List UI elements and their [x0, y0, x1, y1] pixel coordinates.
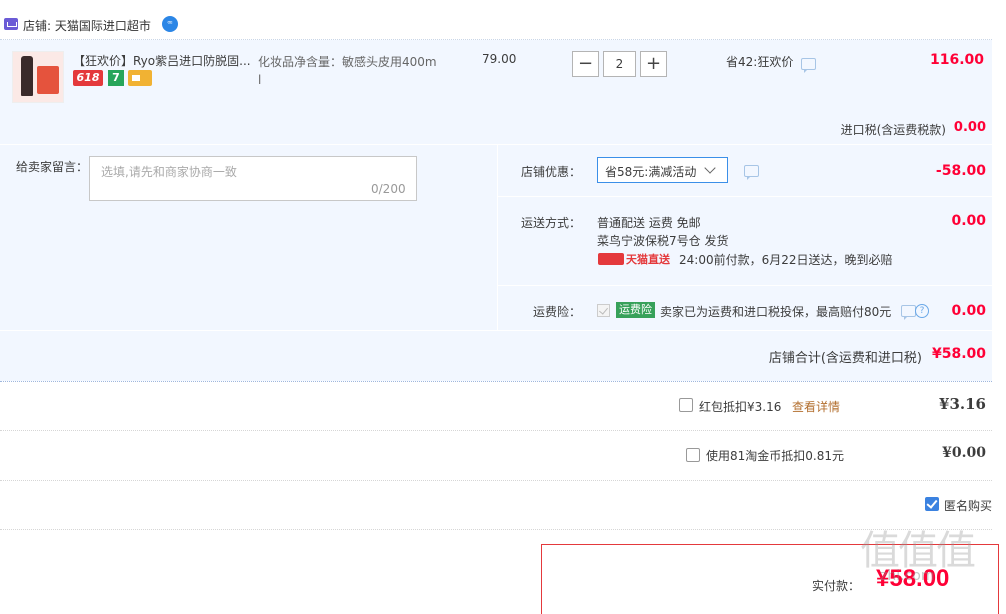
help-icon[interactable]: ? [915, 304, 929, 318]
tao-coin-label: 使用81淘金币抵扣0.81元 [706, 449, 844, 463]
shipping-fee-value: 0.00 [951, 213, 986, 229]
red-packet-checkbox[interactable] [679, 398, 693, 412]
shipping-method: 普通配送 运费 免邮 [597, 216, 701, 230]
anonymous-purchase-label: 匿名购买 [944, 499, 993, 513]
credit-card-icon [128, 70, 152, 86]
bottle-image [21, 56, 33, 96]
divider [0, 529, 992, 530]
insurance-badge: 运费险 [616, 302, 655, 318]
tag-7day-return-icon: 7 [108, 70, 124, 86]
store-total-value: ¥58.00 [931, 346, 986, 362]
insurance-label: 运费险： [533, 305, 582, 319]
item-subtotal: 116.00 [929, 52, 984, 68]
store-total-label: 店铺合计(含运费和进口税) [768, 351, 922, 366]
discount-note: 省42:狂欢价 [726, 55, 794, 69]
import-tax-value: 0.00 [953, 120, 986, 135]
product-title-link[interactable]: 【狂欢价】Ryo紫吕进口防脱固... [73, 52, 251, 69]
import-tax-label: 进口税(含运费税款) [840, 123, 946, 137]
divider [497, 145, 498, 330]
message-placeholder: 选填,请先和商家协商一致 [101, 165, 237, 179]
shipping-warehouse: 菜鸟宁波保税7号仓 发货 [597, 234, 729, 248]
message-label: 给卖家留言： [16, 160, 89, 174]
tao-coin-value: ¥0.00 [942, 445, 986, 461]
insurance-description: 卖家已为运费和进口税投保，最高赔付80元 [660, 305, 892, 319]
store-promo-label: 店铺优惠： [521, 165, 582, 179]
unit-price: 79.00 [482, 52, 517, 66]
tmall-direct-badge: 天猫直送 [626, 253, 670, 266]
divider [498, 285, 992, 286]
wangwang-chat-icon[interactable]: ꟹ [162, 16, 178, 32]
store-promo-selected[interactable]: 省58元:满减活动 [605, 163, 696, 180]
tag-618-icon: 618 [73, 70, 103, 86]
store-name[interactable]: 店铺: 天猫国际进口超市 [23, 17, 151, 34]
product-thumbnail[interactable] [12, 51, 64, 103]
comment-icon[interactable] [901, 305, 916, 320]
message-char-count: 0/200 [371, 182, 406, 196]
product-sku: 化妆品净含量：敏感头皮用400m l [258, 53, 458, 89]
divider [0, 144, 992, 145]
divider [498, 196, 992, 197]
watermark-url: zhi.com [880, 568, 935, 584]
sku-line: 化妆品净含量：敏感头皮用400m [258, 55, 437, 69]
box-image [37, 66, 59, 94]
divider [0, 330, 992, 331]
quantity-input[interactable]: 2 [603, 51, 636, 77]
delivery-promise: 24:00前付款，6月22日送达，晚到必赔 [679, 253, 893, 267]
store-icon [4, 18, 18, 30]
tao-coin-checkbox[interactable] [686, 448, 700, 462]
tmall-cat-icon [598, 253, 624, 265]
comment-icon[interactable] [744, 165, 759, 180]
red-packet-label: 红包抵扣¥3.16 [699, 400, 782, 414]
quantity-decrease-button[interactable]: − [572, 51, 599, 77]
insurance-value: 0.00 [951, 303, 986, 319]
quantity-increase-button[interactable]: + [640, 51, 667, 77]
anonymous-purchase-checkbox[interactable] [925, 497, 939, 511]
divider [0, 430, 992, 431]
store-promo-value: -58.00 [935, 163, 986, 179]
sku-line: l [258, 73, 262, 87]
payment-label: 实付款： [812, 579, 861, 593]
comment-icon[interactable] [801, 58, 816, 73]
red-packet-value: ¥3.16 [939, 395, 986, 413]
divider [0, 480, 992, 481]
divider [0, 381, 992, 382]
insurance-checkbox [597, 304, 610, 317]
red-packet-details-link[interactable]: 查看详情 [792, 398, 840, 415]
shipping-label: 运送方式： [521, 216, 582, 230]
